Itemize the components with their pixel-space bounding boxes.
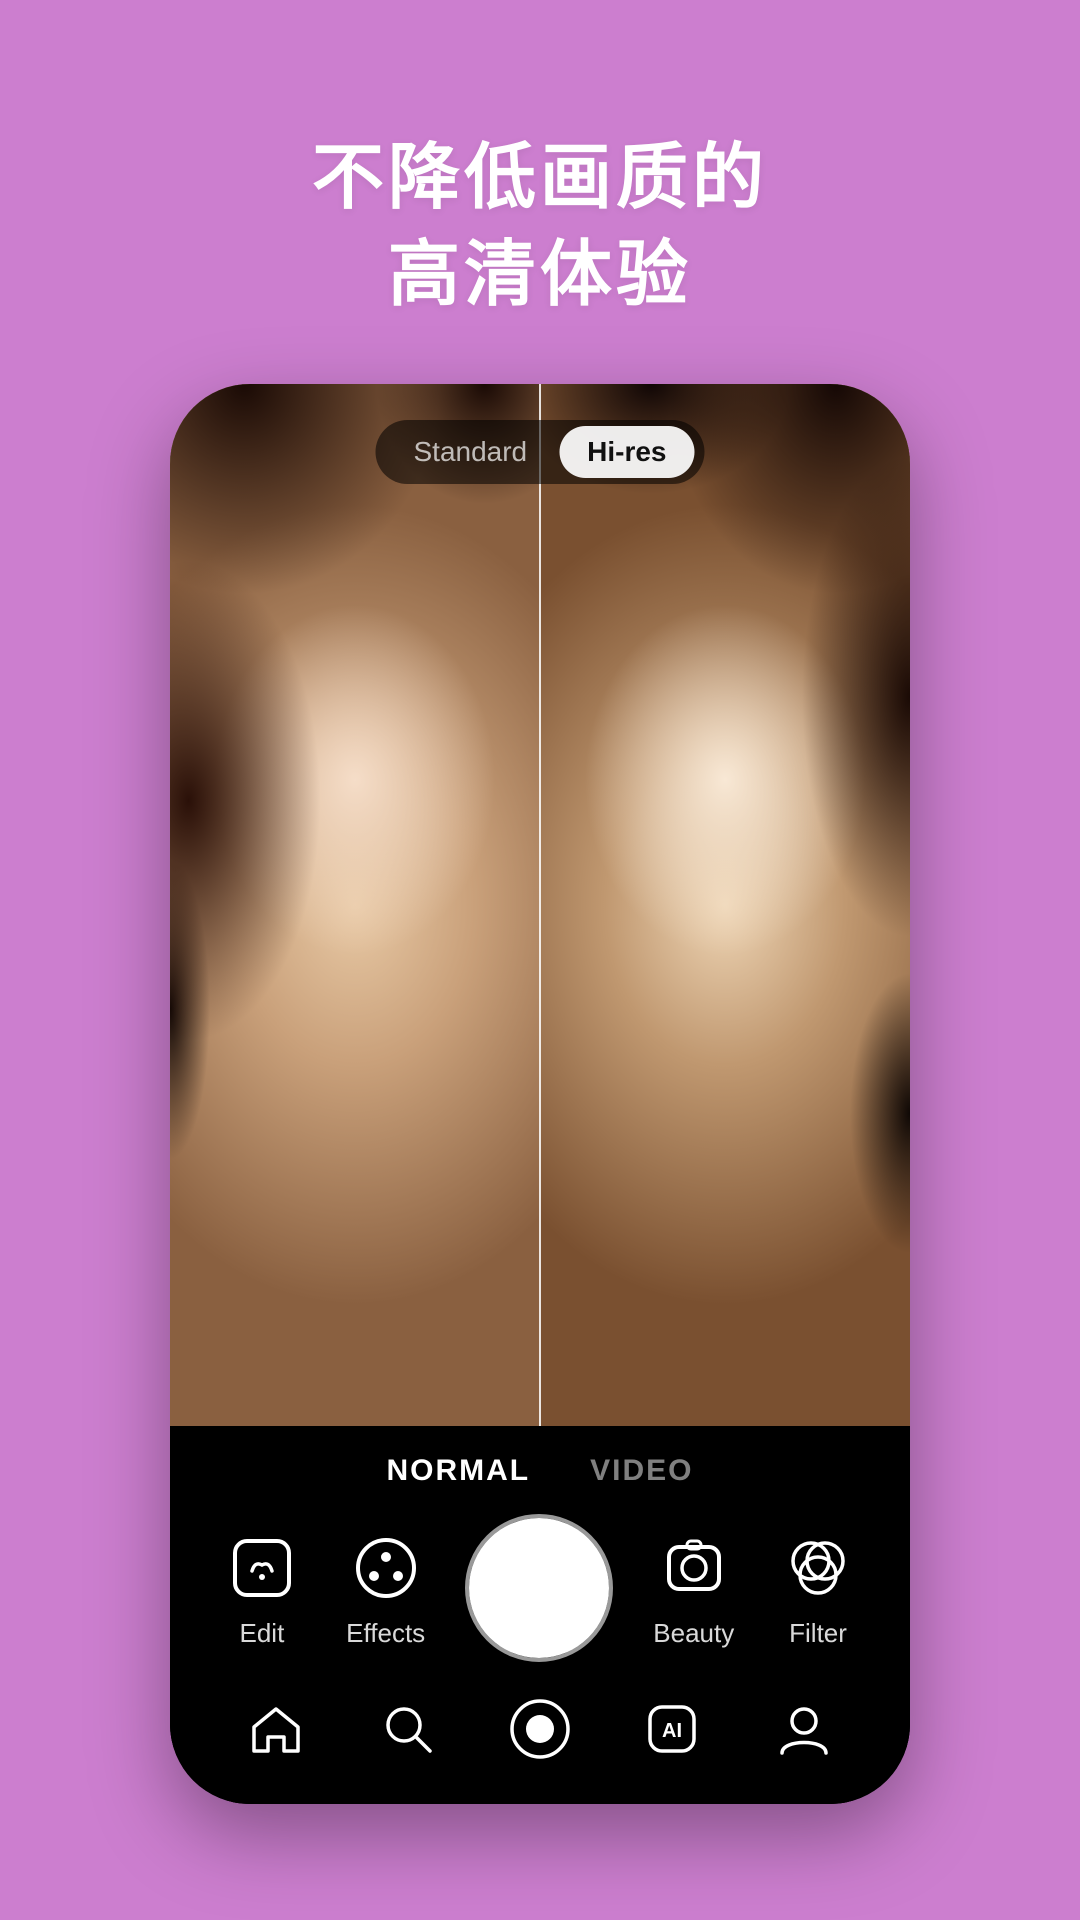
filter-icon (778, 1528, 858, 1608)
bottom-nav: AI (170, 1674, 910, 1804)
beauty-label: Beauty (653, 1618, 734, 1649)
headline-line2: 高清体验 (312, 227, 768, 324)
headline-line1: 不降低画质的 (312, 130, 768, 227)
filter-label: Filter (789, 1618, 847, 1649)
mode-tabs: NORMAL VIDEO (170, 1426, 910, 1498)
effects-label: Effects (346, 1618, 425, 1649)
hires-button[interactable]: Hi-res (559, 426, 694, 478)
beauty-control[interactable]: Beauty (653, 1528, 734, 1649)
profile-icon (769, 1694, 839, 1764)
nav-profile[interactable] (769, 1694, 839, 1764)
home-icon (241, 1694, 311, 1764)
search-icon (373, 1694, 443, 1764)
hires-half (540, 384, 910, 1426)
headline: 不降低画质的 高清体验 (312, 130, 768, 324)
edit-control[interactable]: Edit (222, 1528, 302, 1649)
nav-search[interactable] (373, 1694, 443, 1764)
standard-button[interactable]: Standard (385, 426, 555, 478)
split-divider (539, 384, 541, 1426)
beauty-icon (654, 1528, 734, 1608)
camera-controls: Edit Effects (170, 1498, 910, 1674)
filter-control[interactable]: Filter (778, 1528, 858, 1649)
standard-half (170, 384, 540, 1426)
ai-icon: AI (637, 1694, 707, 1764)
quality-toggle: Standard Hi-res (375, 420, 704, 484)
camera-nav-icon (505, 1694, 575, 1764)
edit-icon (222, 1528, 302, 1608)
effects-icon (346, 1528, 426, 1608)
svg-text:AI: AI (662, 1720, 682, 1742)
nav-camera[interactable] (505, 1694, 575, 1764)
viewfinder: Standard Hi-res (170, 384, 910, 1426)
tab-video[interactable]: VIDEO (590, 1454, 693, 1488)
nav-home[interactable] (241, 1694, 311, 1764)
nav-ai[interactable]: AI (637, 1694, 707, 1764)
phone-mockup: Standard Hi-res NORMAL VIDEO Edit (170, 384, 910, 1804)
edit-label: Edit (239, 1618, 284, 1649)
tab-normal[interactable]: NORMAL (386, 1454, 530, 1488)
camera-ui: NORMAL VIDEO Edit (170, 1426, 910, 1804)
shutter-button[interactable] (469, 1518, 609, 1658)
shutter-control[interactable] (469, 1518, 609, 1658)
effects-control[interactable]: Effects (346, 1528, 426, 1649)
